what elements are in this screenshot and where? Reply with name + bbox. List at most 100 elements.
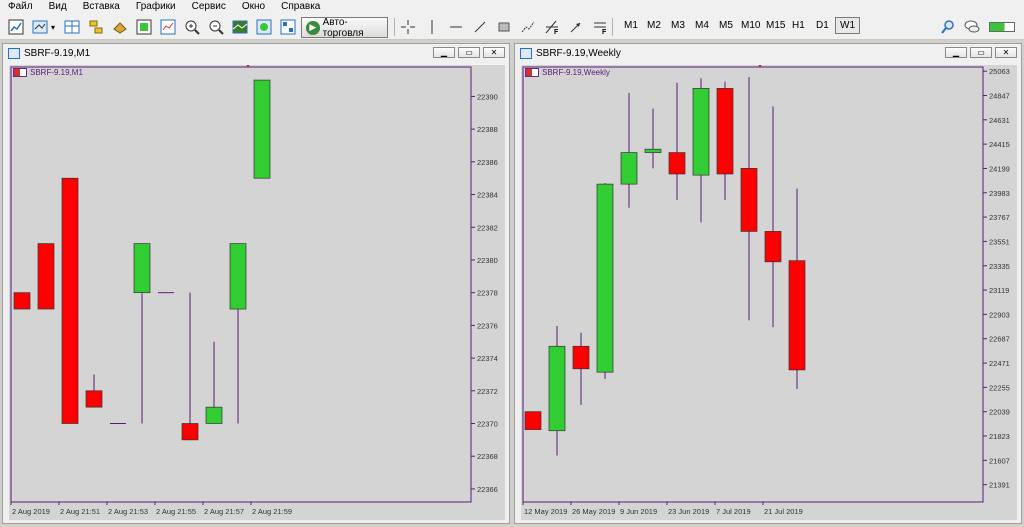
timeframe-m5[interactable]: M5 (719, 20, 733, 31)
timeframe-h1[interactable]: H1 (792, 20, 805, 31)
zoom-in-icon[interactable] (182, 17, 202, 37)
chart-type-icon[interactable] (30, 17, 50, 37)
svg-text:F: F (602, 29, 607, 35)
period-icon[interactable] (278, 17, 298, 37)
candle-bear (181, 423, 199, 441)
y-tick-label: 23551 (989, 237, 1010, 246)
chevron-down-icon[interactable]: ▾ (48, 17, 58, 37)
text-label-icon[interactable]: F (590, 17, 610, 37)
crosshair-icon[interactable] (398, 17, 418, 37)
menu-help[interactable]: Справка (273, 0, 328, 14)
y-tick-label: 22380 (477, 256, 498, 265)
new-chart-icon[interactable] (6, 17, 26, 37)
y-tick-label: 22039 (989, 408, 1010, 417)
autotrade-button[interactable]: ▶ Авто-торговля (301, 16, 388, 39)
zoom-out-icon[interactable] (206, 17, 226, 37)
x-tick-label: 2 Aug 21:59 (252, 507, 292, 516)
symbol-label: SBRF-9.19,M1 (13, 68, 83, 77)
horizontal-line-icon[interactable] (446, 17, 466, 37)
y-tick-label: 25063 (989, 67, 1010, 76)
timeframe-w1[interactable]: W1 (835, 17, 860, 34)
autotrade-label: Авто-торговля (322, 16, 364, 39)
menu-charts[interactable]: Графики (128, 0, 184, 14)
chart-window-icon (8, 47, 20, 59)
y-tick-label: 24847 (989, 91, 1010, 100)
fibo-fan-icon[interactable]: F (542, 17, 562, 37)
candle-bull (692, 88, 710, 176)
menu-file[interactable]: Файл (0, 0, 41, 14)
menu-view[interactable]: Вид (41, 0, 75, 14)
window-title: SBRF-9.19,Weekly (536, 47, 621, 59)
timeframe-m1[interactable]: M1 (624, 20, 638, 31)
y-tick-label: 22386 (477, 158, 498, 167)
minimize-button[interactable]: ▁ (945, 47, 967, 58)
close-button[interactable]: ✕ (995, 47, 1017, 58)
y-tick-label: 22376 (477, 321, 498, 330)
fibonacci-icon[interactable] (518, 17, 538, 37)
candle-bear (716, 88, 734, 175)
maximize-button[interactable]: ▭ (458, 47, 480, 58)
candle-bull (133, 243, 151, 294)
y-tick-label: 22378 (477, 289, 498, 298)
y-tick-label: 22372 (477, 387, 498, 396)
y-tick-label: 22382 (477, 223, 498, 232)
x-tick-label: 2 Aug 21:53 (108, 507, 148, 516)
timeframe-m2[interactable]: M2 (647, 20, 661, 31)
vertical-line-icon[interactable] (422, 17, 442, 37)
navigator-icon[interactable] (86, 17, 106, 37)
chart-window-weekly: SBRF-9.19,Weekly ▁ ▭ ✕ 25063 24847 24631 24… (514, 43, 1022, 524)
data-window-icon[interactable] (110, 17, 130, 37)
maximize-button[interactable]: ▭ (970, 47, 992, 58)
rectangle-icon[interactable] (494, 17, 514, 37)
candlestick-chart-weekly: 25063 24847 24631 24415 24199 23983 23767 23551… (522, 63, 1010, 516)
x-tick-label: 2 Aug 21:51 (60, 507, 100, 516)
timeframe-m10[interactable]: M10 (741, 20, 760, 31)
svg-text:F: F (554, 29, 559, 35)
timeframe-m4[interactable]: M4 (695, 20, 709, 31)
x-tick-label: 2 Aug 21:55 (156, 507, 196, 516)
timeframe-d1[interactable]: D1 (816, 20, 829, 31)
search-icon[interactable] (938, 17, 958, 37)
close-button[interactable]: ✕ (483, 47, 505, 58)
y-tick-label: 24199 (989, 164, 1010, 173)
y-tick-label: 23119 (989, 286, 1009, 295)
templates-icon[interactable] (254, 17, 274, 37)
menu-window[interactable]: Окно (234, 0, 273, 14)
chart-window-m1: SBRF-9.19,M1 ▁ ▭ ✕ 22390 22388 22386 22384 2… (2, 43, 510, 524)
timeframe-m3[interactable]: M3 (671, 20, 685, 31)
trendline-icon[interactable] (470, 17, 490, 37)
y-tick-label: 22255 (989, 383, 1010, 392)
chart-area-weekly[interactable]: 25063 24847 24631 24415 24199 23983 23767 23551… (521, 63, 1017, 520)
y-tick-label: 24415 (989, 140, 1010, 149)
chat-icon[interactable] (962, 17, 982, 37)
y-tick-label: 22388 (477, 125, 498, 134)
candle-bear (61, 177, 79, 424)
candle-bull (548, 345, 566, 432)
candle-bear (572, 345, 590, 370)
menu-bar: Файл Вид Вставка Графики Сервис Окно Спр… (0, 0, 1024, 14)
toolbar-divider (612, 18, 613, 36)
market-watch-icon[interactable] (62, 17, 82, 37)
candle-bear (524, 411, 542, 430)
autotrade-icon: ▶ (306, 20, 320, 35)
strategy-tester-icon[interactable] (134, 17, 154, 37)
y-tick-label: 23767 (989, 213, 1010, 222)
tile-windows-icon[interactable] (230, 17, 250, 37)
tester-icon[interactable] (158, 17, 178, 37)
y-tick-label: 23335 (989, 262, 1010, 271)
candle-bear (85, 390, 103, 408)
y-tick-label: 22366 (477, 485, 498, 494)
y-tick-label: 22370 (477, 420, 498, 429)
chart-area-m1[interactable]: 22390 22388 22386 22384 22382 22380 22378 22376… (9, 63, 505, 520)
symbol-label: SBRF-9.19,Weekly (525, 68, 610, 77)
chart-symbol-icon (13, 68, 27, 77)
minimize-button[interactable]: ▁ (433, 47, 455, 58)
chart-symbol-icon (525, 68, 539, 77)
timeframe-m15[interactable]: M15 (766, 20, 785, 31)
y-tick-label: 22390 (477, 92, 498, 101)
connection-status-indicator (989, 22, 1015, 32)
menu-insert[interactable]: Вставка (75, 0, 128, 14)
candle-bull (596, 183, 614, 373)
menu-tools[interactable]: Сервис (184, 0, 234, 14)
arrow-icon[interactable] (566, 17, 586, 37)
